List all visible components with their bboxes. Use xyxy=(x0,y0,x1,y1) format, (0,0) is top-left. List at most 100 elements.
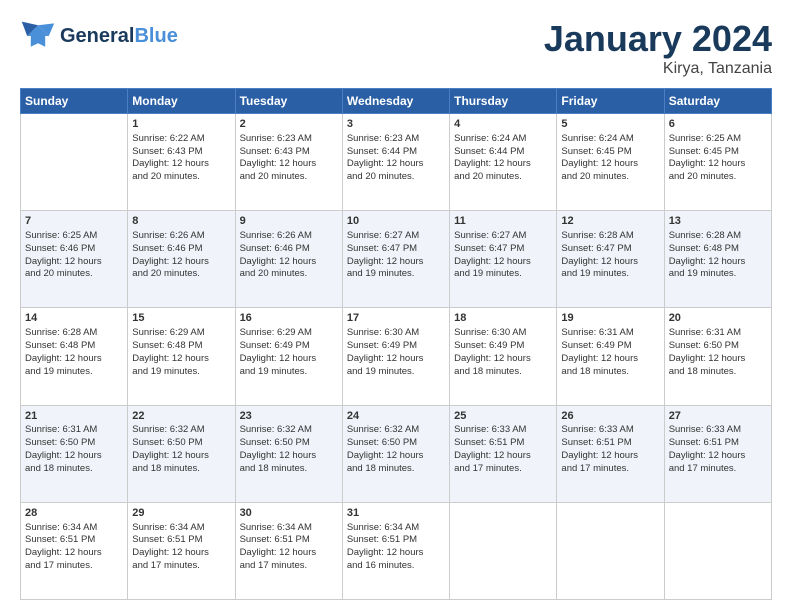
calendar-cell: 9Sunrise: 6:26 AMSunset: 6:46 PMDaylight… xyxy=(235,211,342,308)
table-row: 28Sunrise: 6:34 AMSunset: 6:51 PMDayligh… xyxy=(21,502,772,599)
sunrise-text: Sunrise: 6:33 AM xyxy=(561,424,659,437)
calendar-cell: 31Sunrise: 6:34 AMSunset: 6:51 PMDayligh… xyxy=(342,502,449,599)
sunset-text: Sunset: 6:51 PM xyxy=(25,534,123,547)
sunset-text: Sunset: 6:44 PM xyxy=(454,146,552,159)
daylight-text: Daylight: 12 hoursand 18 minutes. xyxy=(454,353,552,379)
daylight-text: Daylight: 12 hoursand 19 minutes. xyxy=(669,256,767,282)
sunrise-text: Sunrise: 6:32 AM xyxy=(240,424,338,437)
daylight-text: Daylight: 12 hoursand 17 minutes. xyxy=(454,450,552,476)
calendar-cell: 15Sunrise: 6:29 AMSunset: 6:48 PMDayligh… xyxy=(128,308,235,405)
sunset-text: Sunset: 6:46 PM xyxy=(240,243,338,256)
daylight-text: Daylight: 12 hoursand 18 minutes. xyxy=(669,353,767,379)
title-block: January 2024 Kirya, Tanzania xyxy=(544,18,772,78)
sunrise-text: Sunrise: 6:23 AM xyxy=(240,133,338,146)
calendar-cell: 11Sunrise: 6:27 AMSunset: 6:47 PMDayligh… xyxy=(450,211,557,308)
sunrise-text: Sunrise: 6:23 AM xyxy=(347,133,445,146)
sunset-text: Sunset: 6:50 PM xyxy=(132,437,230,450)
sunrise-text: Sunrise: 6:28 AM xyxy=(669,230,767,243)
calendar-cell xyxy=(450,502,557,599)
col-friday: Friday xyxy=(557,89,664,114)
calendar-cell: 23Sunrise: 6:32 AMSunset: 6:50 PMDayligh… xyxy=(235,405,342,502)
col-thursday: Thursday xyxy=(450,89,557,114)
sunset-text: Sunset: 6:44 PM xyxy=(347,146,445,159)
sunrise-text: Sunrise: 6:26 AM xyxy=(240,230,338,243)
table-row: 14Sunrise: 6:28 AMSunset: 6:48 PMDayligh… xyxy=(21,308,772,405)
day-number: 26 xyxy=(561,409,659,424)
daylight-text: Daylight: 12 hoursand 19 minutes. xyxy=(240,353,338,379)
sunset-text: Sunset: 6:50 PM xyxy=(347,437,445,450)
sunrise-text: Sunrise: 6:30 AM xyxy=(454,327,552,340)
sunrise-text: Sunrise: 6:28 AM xyxy=(25,327,123,340)
sunset-text: Sunset: 6:51 PM xyxy=(132,534,230,547)
day-number: 1 xyxy=(132,117,230,132)
sunrise-text: Sunrise: 6:27 AM xyxy=(347,230,445,243)
sunset-text: Sunset: 6:51 PM xyxy=(240,534,338,547)
day-number: 3 xyxy=(347,117,445,132)
sunrise-text: Sunrise: 6:31 AM xyxy=(669,327,767,340)
calendar-cell: 13Sunrise: 6:28 AMSunset: 6:48 PMDayligh… xyxy=(664,211,771,308)
calendar-cell: 19Sunrise: 6:31 AMSunset: 6:49 PMDayligh… xyxy=(557,308,664,405)
daylight-text: Daylight: 12 hoursand 19 minutes. xyxy=(132,353,230,379)
col-monday: Monday xyxy=(128,89,235,114)
sunrise-text: Sunrise: 6:32 AM xyxy=(347,424,445,437)
day-number: 6 xyxy=(669,117,767,132)
sunrise-text: Sunrise: 6:33 AM xyxy=(669,424,767,437)
sunrise-text: Sunrise: 6:24 AM xyxy=(454,133,552,146)
daylight-text: Daylight: 12 hoursand 18 minutes. xyxy=(347,450,445,476)
daylight-text: Daylight: 12 hoursand 20 minutes. xyxy=(454,158,552,184)
sunset-text: Sunset: 6:47 PM xyxy=(454,243,552,256)
calendar-cell: 12Sunrise: 6:28 AMSunset: 6:47 PMDayligh… xyxy=(557,211,664,308)
daylight-text: Daylight: 12 hoursand 18 minutes. xyxy=(561,353,659,379)
daylight-text: Daylight: 12 hoursand 19 minutes. xyxy=(561,256,659,282)
sunset-text: Sunset: 6:47 PM xyxy=(347,243,445,256)
day-number: 8 xyxy=(132,214,230,229)
day-number: 18 xyxy=(454,311,552,326)
daylight-text: Daylight: 12 hoursand 20 minutes. xyxy=(347,158,445,184)
calendar-header-row: Sunday Monday Tuesday Wednesday Thursday… xyxy=(21,89,772,114)
daylight-text: Daylight: 12 hoursand 20 minutes. xyxy=(240,158,338,184)
day-number: 27 xyxy=(669,409,767,424)
calendar-cell: 10Sunrise: 6:27 AMSunset: 6:47 PMDayligh… xyxy=(342,211,449,308)
sunset-text: Sunset: 6:43 PM xyxy=(240,146,338,159)
location: Kirya, Tanzania xyxy=(544,60,772,78)
sunrise-text: Sunrise: 6:28 AM xyxy=(561,230,659,243)
calendar-cell: 8Sunrise: 6:26 AMSunset: 6:46 PMDaylight… xyxy=(128,211,235,308)
daylight-text: Daylight: 12 hoursand 17 minutes. xyxy=(240,547,338,573)
day-number: 9 xyxy=(240,214,338,229)
sunset-text: Sunset: 6:49 PM xyxy=(561,340,659,353)
daylight-text: Daylight: 12 hoursand 18 minutes. xyxy=(240,450,338,476)
daylight-text: Daylight: 12 hoursand 19 minutes. xyxy=(347,256,445,282)
sunrise-text: Sunrise: 6:26 AM xyxy=(132,230,230,243)
table-row: 7Sunrise: 6:25 AMSunset: 6:46 PMDaylight… xyxy=(21,211,772,308)
sunset-text: Sunset: 6:51 PM xyxy=(669,437,767,450)
calendar-cell: 25Sunrise: 6:33 AMSunset: 6:51 PMDayligh… xyxy=(450,405,557,502)
calendar-cell: 7Sunrise: 6:25 AMSunset: 6:46 PMDaylight… xyxy=(21,211,128,308)
calendar-cell: 24Sunrise: 6:32 AMSunset: 6:50 PMDayligh… xyxy=(342,405,449,502)
day-number: 7 xyxy=(25,214,123,229)
day-number: 21 xyxy=(25,409,123,424)
daylight-text: Daylight: 12 hoursand 17 minutes. xyxy=(25,547,123,573)
daylight-text: Daylight: 12 hoursand 20 minutes. xyxy=(25,256,123,282)
sunrise-text: Sunrise: 6:29 AM xyxy=(132,327,230,340)
daylight-text: Daylight: 12 hoursand 20 minutes. xyxy=(240,256,338,282)
daylight-text: Daylight: 12 hoursand 19 minutes. xyxy=(25,353,123,379)
daylight-text: Daylight: 12 hoursand 20 minutes. xyxy=(561,158,659,184)
calendar-cell: 28Sunrise: 6:34 AMSunset: 6:51 PMDayligh… xyxy=(21,502,128,599)
day-number: 22 xyxy=(132,409,230,424)
sunrise-text: Sunrise: 6:34 AM xyxy=(240,522,338,535)
daylight-text: Daylight: 12 hoursand 20 minutes. xyxy=(132,158,230,184)
day-number: 11 xyxy=(454,214,552,229)
sunset-text: Sunset: 6:43 PM xyxy=(132,146,230,159)
sunrise-text: Sunrise: 6:25 AM xyxy=(25,230,123,243)
sunset-text: Sunset: 6:51 PM xyxy=(454,437,552,450)
daylight-text: Daylight: 12 hoursand 17 minutes. xyxy=(561,450,659,476)
calendar-cell: 5Sunrise: 6:24 AMSunset: 6:45 PMDaylight… xyxy=(557,114,664,211)
daylight-text: Daylight: 12 hoursand 16 minutes. xyxy=(347,547,445,573)
sunset-text: Sunset: 6:49 PM xyxy=(454,340,552,353)
sunrise-text: Sunrise: 6:22 AM xyxy=(132,133,230,146)
daylight-text: Daylight: 12 hoursand 18 minutes. xyxy=(25,450,123,476)
calendar-cell xyxy=(664,502,771,599)
col-saturday: Saturday xyxy=(664,89,771,114)
calendar-cell xyxy=(557,502,664,599)
sunset-text: Sunset: 6:50 PM xyxy=(669,340,767,353)
